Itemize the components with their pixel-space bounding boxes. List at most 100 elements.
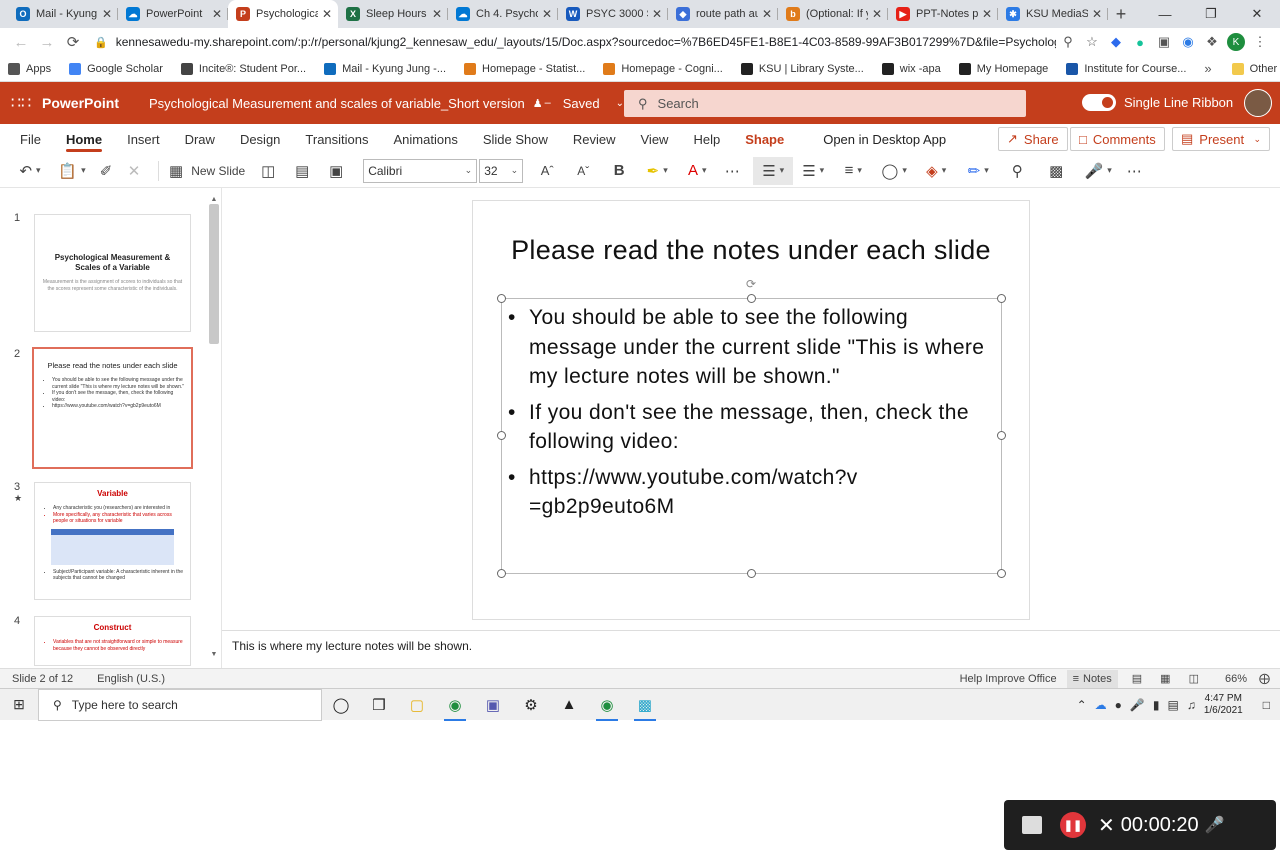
search-box[interactable]: ⚲ Search: [624, 90, 1026, 117]
toggle-switch[interactable]: [1082, 94, 1116, 111]
resize-handle[interactable]: [497, 569, 506, 578]
extension-grammarly-icon[interactable]: ●: [1128, 30, 1152, 54]
bookmark-item[interactable]: Apps: [8, 62, 51, 75]
pause-recording-button[interactable]: ❚❚: [1060, 812, 1086, 838]
font-size-select[interactable]: 32 ⌄: [479, 158, 524, 183]
bookmark-item[interactable]: Incite®: Student Por...: [180, 62, 306, 75]
inkscape-icon[interactable]: ▲: [550, 689, 588, 721]
bold-icon[interactable]: B: [601, 157, 637, 185]
resize-handle[interactable]: [997, 294, 1006, 303]
recorder-app-icon[interactable]: ▩: [626, 689, 664, 721]
scroll-up-icon[interactable]: ▲: [209, 196, 219, 203]
browser-tab[interactable]: b (Optional: If y ✕: [778, 0, 888, 28]
taskbar-search[interactable]: ⚲ Type here to search: [38, 688, 322, 721]
extensions-puzzle-icon[interactable]: ❖: [1200, 30, 1224, 54]
tab-close-icon[interactable]: ✕: [432, 7, 442, 21]
ribbon-tab-view[interactable]: View: [641, 124, 669, 154]
bullets-icon[interactable]: ☰ ▾: [753, 156, 794, 185]
task-view-icon[interactable]: ❒: [360, 689, 398, 721]
onedrive-icon[interactable]: ☁: [1095, 698, 1107, 712]
browser-tab[interactable]: P Psychological ✕: [228, 0, 338, 28]
tab-close-icon[interactable]: ✕: [542, 7, 552, 21]
present-button[interactable]: ▤ Present ⌄: [1172, 127, 1270, 151]
resize-handle[interactable]: [997, 431, 1006, 440]
slide-title[interactable]: Please read the notes under each slide: [473, 235, 1029, 266]
resize-handle[interactable]: [747, 569, 756, 578]
windows-start-icon[interactable]: ⊞: [0, 689, 38, 721]
browser-tab[interactable]: ▶ PPT-Notes p ✕: [888, 0, 998, 28]
document-title[interactable]: Psychological Measurement and scales of …: [149, 96, 525, 111]
bookmark-item[interactable]: Google Scholar: [69, 62, 163, 75]
share-button[interactable]: ↗ Share: [998, 127, 1068, 151]
ribbon-tab-animations[interactable]: Animations: [394, 124, 458, 154]
volume-icon[interactable]: ♫: [1187, 698, 1196, 712]
slide-thumbnail-1[interactable]: Psychological Measurement & Scales of a …: [34, 214, 191, 332]
browser-menu-icon[interactable]: ⋮: [1248, 30, 1272, 54]
ribbon-tab-draw[interactable]: Draw: [185, 124, 215, 154]
app-name[interactable]: PowerPoint: [42, 95, 119, 111]
extension-color-icon[interactable]: ◉: [1176, 30, 1200, 54]
other-bookmarks-folder[interactable]: Other bookmarks: [1231, 62, 1280, 75]
reuse-slide-icon[interactable]: ◫: [251, 157, 285, 185]
slide-bullet[interactable]: If you don't see the message, then, chec…: [508, 398, 991, 457]
tray-app-icon[interactable]: ●: [1115, 698, 1122, 712]
microphone-icon[interactable]: 🎤: [1205, 815, 1225, 835]
tab-close-icon[interactable]: ✕: [322, 7, 332, 21]
tab-close-icon[interactable]: ✕: [212, 7, 222, 21]
resize-handle[interactable]: [747, 294, 756, 303]
tray-chevron-icon[interactable]: ⌃: [1077, 698, 1087, 712]
fit-slide-icon[interactable]: ⨁: [1259, 672, 1270, 685]
bookmark-item[interactable]: Mail - Kyung Jung -...: [324, 62, 446, 75]
browser-tab[interactable]: O Mail - Kyung Jung ✕: [8, 0, 118, 28]
ribbon-tab-insert[interactable]: Insert: [127, 124, 160, 154]
paste-icon[interactable]: 📋 ▾: [52, 157, 92, 185]
teams-icon[interactable]: ▣: [474, 689, 512, 721]
microphone-icon[interactable]: 🎤: [1130, 698, 1145, 712]
ribbon-tab-transitions[interactable]: Transitions: [305, 124, 368, 154]
bookmark-item[interactable]: Institute for Course...: [1066, 62, 1186, 75]
shrink-font-icon[interactable]: Aˇ: [565, 157, 601, 185]
shape-outline-icon[interactable]: ✏ ▾: [957, 157, 999, 185]
slide-sorter-icon[interactable]: ▦: [1160, 672, 1170, 685]
browser-tab[interactable]: ☁ PowerPoint ✕: [118, 0, 228, 28]
extension-shield-icon[interactable]: ◆: [1104, 30, 1128, 54]
zoom-level[interactable]: 66%: [1225, 673, 1247, 685]
browser-tab[interactable]: X Sleep Hours ✕: [338, 0, 448, 28]
grow-font-icon[interactable]: Aˆ: [529, 157, 565, 185]
help-improve-office[interactable]: Help Improve Office: [960, 673, 1057, 685]
scrollbar-thumb[interactable]: [209, 204, 219, 344]
tab-close-icon[interactable]: ✕: [102, 7, 112, 21]
reading-view-icon[interactable]: ◫: [1189, 672, 1199, 685]
cancel-recording-icon[interactable]: ✕: [1098, 813, 1115, 838]
reload-button[interactable]: ⟳: [60, 33, 86, 51]
close-window-button[interactable]: ✕: [1234, 0, 1280, 28]
bookmark-item[interactable]: KSU | Library Syste...: [740, 62, 864, 75]
battery-icon[interactable]: ▮: [1153, 698, 1160, 712]
ribbon-tab-home[interactable]: Home: [65, 124, 103, 154]
system-clock[interactable]: 4:47 PM 1/6/2021: [1204, 693, 1243, 717]
cortana-icon[interactable]: ◯: [322, 689, 360, 721]
rotate-handle-icon[interactable]: ⟳: [746, 277, 756, 291]
language-status[interactable]: English (U.S.): [97, 673, 165, 685]
find-icon[interactable]: ⚲: [999, 157, 1035, 185]
slide-content-box[interactable]: You should be able to see the following …: [497, 294, 1006, 578]
extension-screenshot-icon[interactable]: ▣: [1152, 30, 1176, 54]
url-field[interactable]: 🔒 kennesawedu-my.sharepoint.com/:p:/r/pe…: [86, 30, 1056, 54]
tab-close-icon[interactable]: ✕: [762, 7, 772, 21]
zoom-icon[interactable]: ⚲: [1056, 30, 1080, 54]
bookmark-item[interactable]: Homepage - Cogni...: [603, 62, 723, 75]
chrome-icon[interactable]: ◉: [588, 689, 626, 721]
resize-handle[interactable]: [497, 294, 506, 303]
open-in-desktop-button[interactable]: Open in Desktop App: [823, 132, 946, 147]
align-icon[interactable]: ≡ ▾: [833, 157, 873, 185]
ribbon-tab-help[interactable]: Help: [693, 124, 720, 154]
picture-icon[interactable]: ▣: [319, 157, 353, 185]
notes-pane[interactable]: This is where my lecture notes will be s…: [222, 630, 1280, 668]
ribbon-tab-file[interactable]: File: [20, 124, 41, 154]
bookmark-item[interactable]: Homepage - Statist...: [464, 62, 585, 75]
stop-recording-button[interactable]: [1022, 816, 1042, 834]
user-avatar[interactable]: [1244, 89, 1272, 117]
normal-view-icon[interactable]: ▤: [1132, 672, 1142, 685]
slide-thumbnail-3[interactable]: Variable Any characteristic you (researc…: [34, 482, 191, 600]
clear-icon[interactable]: ✕: [120, 157, 148, 185]
